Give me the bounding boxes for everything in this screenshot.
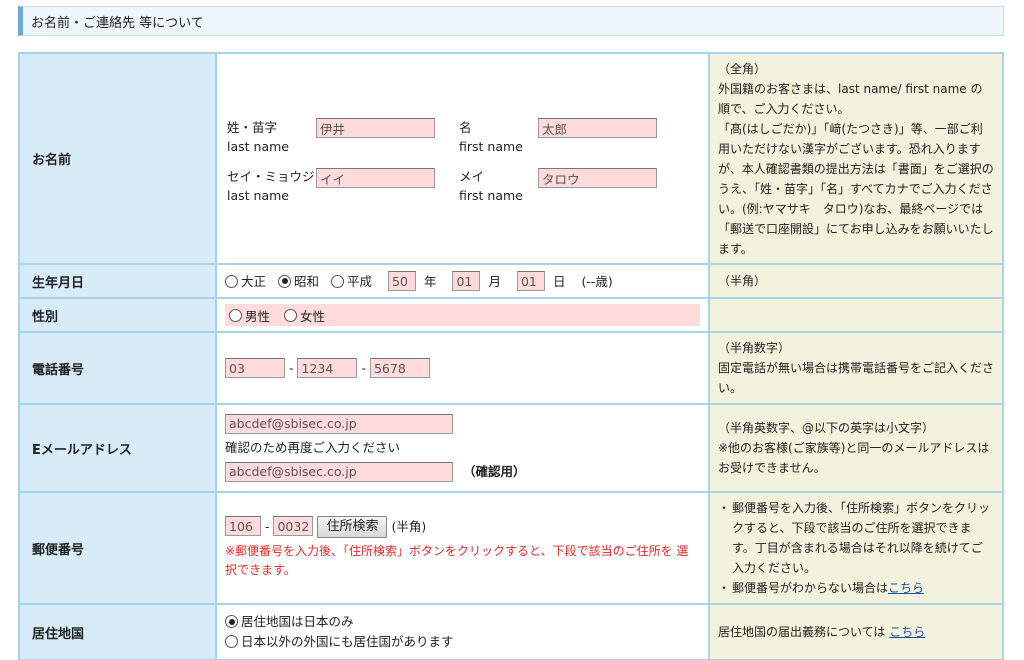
birth-note: （半角） <box>708 263 1004 299</box>
section-header: お名前・ご連絡先 等について <box>18 6 1004 36</box>
registration-form: お名前 姓・苗字 last name 名 first name セイ・ミョウジ … <box>18 52 1004 660</box>
email-fields: 確認のため再度ご入力ください （確認用） <box>215 403 710 493</box>
row-birth: 生年月日 大正 昭和 平成 年 月 日 (--歳) （半角） <box>18 263 1004 299</box>
gender-radio-group: 男性 女性 <box>225 304 700 326</box>
surname-kana-label: セイ・ミョウジ <box>227 169 315 184</box>
postal-help-link[interactable]: こちら <box>888 581 924 595</box>
surname-input[interactable] <box>316 118 435 138</box>
month-unit: 月 <box>488 273 501 289</box>
era-heisei-radio[interactable] <box>331 274 344 288</box>
given-kana-sub: first name <box>459 188 523 203</box>
gender-note <box>708 297 1004 333</box>
postal-sep: - <box>264 518 270 534</box>
birth-month-input[interactable] <box>452 271 481 292</box>
email-input[interactable] <box>225 413 453 434</box>
age-display: (--歳) <box>581 273 613 289</box>
era-showa-radio[interactable] <box>278 274 291 288</box>
era-heisei-label: 平成 <box>347 273 373 289</box>
phone-part1-input[interactable] <box>225 358 285 378</box>
gender-male-radio[interactable] <box>229 308 242 322</box>
residence-other-label: 日本以外の外国にも居住国があります <box>241 634 454 649</box>
row-phone: 電話番号 - - （半角数字） 固定電話が無い場合は携帯電話番号をご記入ください… <box>18 331 1004 405</box>
birth-day-input[interactable] <box>516 271 545 292</box>
email-confirm-text: 確認のため再度ご入力ください <box>225 440 401 455</box>
phone-label: 電話番号 <box>18 331 217 405</box>
residence-label: 居住地国 <box>18 603 217 660</box>
name-fields: 姓・苗字 last name 名 first name セイ・ミョウジ last… <box>215 52 710 265</box>
gender-fields: 男性 女性 <box>215 297 710 333</box>
era-showa-label: 昭和 <box>294 273 320 289</box>
email-note: （半角英数字、@以下の英字は小文字） ※他のお客様(ご家族等)と同一のメールアド… <box>708 403 1004 493</box>
phone-sep-2: - <box>361 360 366 376</box>
address-search-button[interactable]: 住所検索 <box>317 516 388 539</box>
postal-note-item-1: 郵便番号を入力後、「住所検索」ボタンをクリックすると、下段で該当のご住所を選択で… <box>718 498 994 578</box>
row-gender: 性別 男性 女性 <box>18 297 1004 333</box>
surname-label: 姓・苗字 <box>227 120 278 135</box>
residence-other-radio[interactable] <box>225 635 238 648</box>
postal-part1-input[interactable] <box>225 516 261 537</box>
given-label: 名 <box>459 120 472 135</box>
residence-note-text: 居住地国の届出義務については <box>718 625 890 639</box>
given-input[interactable] <box>538 118 657 138</box>
name-label: お名前 <box>18 52 217 265</box>
row-name: お名前 姓・苗字 last name 名 first name セイ・ミョウジ … <box>18 52 1004 265</box>
postal-warning: ※郵便番号を入力後、「住所検索」ボタンをクリックすると、下段で該当のご住所を 選… <box>225 544 689 578</box>
email-note-text: （半角英数字、@以下の英字は小文字） ※他のお客様(ご家族等)と同一のメールアド… <box>718 421 990 475</box>
row-postal: 郵便番号 - 住所検索 (半角) ※郵便番号を入力後、「住所検索」ボタンをクリッ… <box>18 491 1004 605</box>
residence-help-link[interactable]: こちら <box>889 625 925 639</box>
postal-part2-input[interactable] <box>273 516 314 537</box>
postal-note-item-1-text: 郵便番号を入力後、「住所検索」ボタンをクリックすると、下段で該当のご住所を選択で… <box>732 501 991 575</box>
section-title: お名前・ご連絡先 等について <box>31 15 204 31</box>
phone-note-text: （半角数字） 固定電話が無い場合は携帯電話番号をご記入ください。 <box>718 341 995 395</box>
given-sub: first name <box>459 139 523 154</box>
postal-note-item-2-text: 郵便番号がわからない場合は <box>732 581 889 595</box>
residence-note: 居住地国の届出義務については こちら <box>708 603 1004 660</box>
phone-fields: - - <box>215 331 710 405</box>
row-email: Eメールアドレス 確認のため再度ご入力ください （確認用） （半角英数字、@以下… <box>18 403 1004 493</box>
surname-sub: last name <box>227 139 289 154</box>
residence-japan-radio[interactable] <box>225 615 238 628</box>
era-taisho-label: 大正 <box>241 273 267 289</box>
year-unit: 年 <box>423 273 437 289</box>
day-unit: 日 <box>552 273 566 289</box>
gender-label: 性別 <box>18 297 217 333</box>
postal-fields: - 住所検索 (半角) ※郵便番号を入力後、「住所検索」ボタンをクリックすると、… <box>215 491 710 605</box>
gender-male-label: 男性 <box>245 308 271 324</box>
email-label: Eメールアドレス <box>18 403 217 493</box>
birth-fields: 大正 昭和 平成 年 月 日 (--歳) <box>215 263 710 299</box>
postal-note-item-2: 郵便番号がわからない場合はこちら <box>718 578 994 598</box>
residence-japan-label: 居住地国は日本のみ <box>241 614 354 629</box>
phone-part3-input[interactable] <box>369 358 430 378</box>
era-taisho-radio[interactable] <box>225 274 238 288</box>
gender-female-label: 女性 <box>300 308 326 324</box>
gender-female-radio[interactable] <box>284 308 298 322</box>
birth-label: 生年月日 <box>18 263 217 299</box>
postal-hankaku: (半角) <box>391 518 427 534</box>
postal-note: 郵便番号を入力後、「住所検索」ボタンをクリックすると、下段で該当のご住所を選択で… <box>708 491 1004 605</box>
name-note-text: （全角） 外国籍のお客さまは、last name/ first name の順で… <box>718 61 994 256</box>
surname-kana-sub: last name <box>227 188 289 203</box>
phone-note: （半角数字） 固定電話が無い場合は携帯電話番号をご記入ください。 <box>708 331 1004 405</box>
residence-fields: 居住地国は日本のみ 日本以外の外国にも居住国があります <box>215 603 710 660</box>
phone-sep-1: - <box>288 360 294 376</box>
birth-year-input[interactable] <box>388 271 416 292</box>
phone-part2-input[interactable] <box>297 358 358 378</box>
email-confirm-input[interactable] <box>225 461 453 482</box>
given-kana-input[interactable] <box>538 168 657 188</box>
row-residence: 居住地国 居住地国は日本のみ 日本以外の外国にも居住国があります 居住地国の届出… <box>18 603 1004 660</box>
email-confirm-suffix: （確認用） <box>462 464 526 479</box>
name-note: （全角） 外国籍のお客さまは、last name/ first name の順で… <box>708 52 1004 265</box>
surname-kana-input[interactable] <box>316 168 435 188</box>
given-kana-label: メイ <box>459 169 485 184</box>
postal-label: 郵便番号 <box>18 491 217 605</box>
